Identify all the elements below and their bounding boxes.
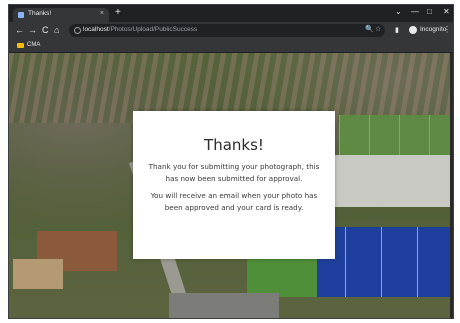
- favicon-icon: [18, 12, 24, 18]
- scrollbar[interactable]: [450, 53, 453, 318]
- reload-button[interactable]: C: [42, 25, 49, 35]
- bookmarks-bar: CMA: [9, 40, 453, 53]
- tab-strip: Thanks! × + ⌄ — □ ✕: [9, 5, 453, 22]
- car-park: [169, 293, 279, 318]
- page-title: Thanks!: [204, 136, 264, 154]
- tab-title: Thanks!: [28, 10, 52, 17]
- new-tab-button[interactable]: +: [115, 8, 121, 18]
- side-panel-icon[interactable]: ▮: [395, 26, 399, 34]
- browser-tab[interactable]: Thanks! ×: [13, 8, 109, 22]
- thanks-card: Thanks! Thank you for submitting your ph…: [133, 111, 335, 259]
- minimize-button[interactable]: —: [411, 7, 419, 16]
- submission-message: Thank you for submitting your photograph…: [148, 162, 320, 183]
- forward-button[interactable]: →: [28, 25, 37, 35]
- url-path: /Photos/Upload/PublicSuccess: [108, 26, 198, 33]
- address-bar[interactable]: localhost/Photos/Upload/PublicSuccess 🔍 …: [69, 24, 385, 37]
- zoom-icon[interactable]: 🔍: [365, 25, 374, 33]
- url-host: localhost: [83, 26, 109, 33]
- maximize-button[interactable]: □: [427, 7, 432, 16]
- grass-pitch: [247, 253, 317, 297]
- folder-icon: [17, 43, 24, 48]
- incognito-avatar-icon[interactable]: [409, 26, 417, 34]
- tab-search-icon[interactable]: ⌄: [395, 7, 402, 16]
- bookmark-item[interactable]: CMA: [27, 42, 40, 48]
- url-text: localhost/Photos/Upload/PublicSuccess: [83, 26, 197, 33]
- browser-toolbar: ← → C ⌂ localhost/Photos/Upload/PublicSu…: [9, 22, 453, 40]
- email-message: You will receive an email when your phot…: [150, 191, 318, 212]
- school-annex: [13, 259, 63, 289]
- menu-icon[interactable]: ⋮: [443, 25, 451, 34]
- bookmark-star-icon[interactable]: ☆: [375, 25, 381, 33]
- home-button[interactable]: ⌂: [54, 25, 59, 35]
- tab-close-icon[interactable]: ×: [100, 10, 104, 17]
- close-window-button[interactable]: ✕: [443, 7, 450, 16]
- site-info-icon[interactable]: [74, 27, 81, 34]
- building-roof: [331, 155, 453, 207]
- back-button[interactable]: ←: [15, 25, 24, 35]
- page-background-photo: Thanks! Thank you for submitting your ph…: [9, 53, 453, 318]
- browser-window: Thanks! × + ⌄ — □ ✕ ← → C ⌂ localhost/Ph…: [8, 4, 454, 319]
